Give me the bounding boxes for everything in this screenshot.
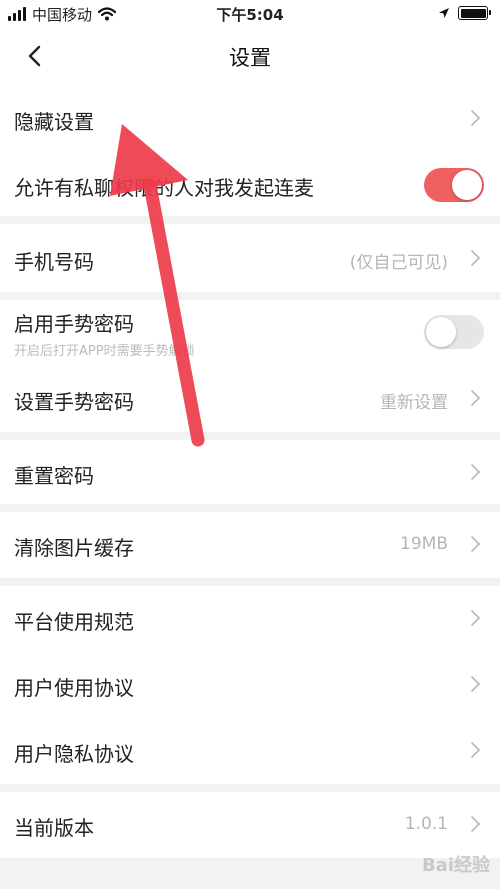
chevron-right-icon	[471, 610, 481, 626]
settings-row-version[interactable]: 当前版本 1.0.1	[0, 792, 500, 858]
nav-bar: 设置	[0, 28, 500, 84]
battery-icon	[458, 6, 491, 20]
status-time: 下午5:04	[216, 6, 284, 24]
chevron-right-icon	[471, 390, 481, 406]
watermark-text: Bai经验	[421, 855, 490, 876]
row-label: 隐藏设置	[14, 110, 94, 134]
settings-row-platform-rules[interactable]: 平台使用规范	[0, 586, 500, 652]
location-icon	[439, 8, 449, 18]
phone-value: (仅自己可见)	[349, 253, 448, 273]
status-bar: 中国移动 下午5:04	[0, 0, 500, 28]
chevron-right-icon	[471, 816, 481, 832]
chevron-right-icon	[471, 676, 481, 692]
settings-row-gesture-set[interactable]: 设置手势密码 重新设置	[0, 366, 500, 432]
chevron-right-icon	[471, 250, 481, 266]
settings-row-phone[interactable]: 手机号码 (仅自己可见)	[0, 224, 500, 292]
row-label: 启用手势密码	[14, 312, 134, 336]
settings-row-reset-password[interactable]: 重置密码	[0, 440, 500, 504]
row-label: 当前版本	[14, 816, 94, 840]
chevron-right-icon	[471, 464, 481, 480]
row-label: 用户使用协议	[14, 676, 134, 700]
settings-row-allow-mic: 允许有私聊权限的人对我发起连麦	[0, 152, 500, 216]
row-label: 重置密码	[14, 464, 94, 488]
settings-row-hidden[interactable]: 隐藏设置	[0, 84, 500, 152]
row-label: 允许有私聊权限的人对我发起连麦	[14, 176, 314, 200]
chevron-right-icon	[471, 742, 481, 758]
status-right	[438, 6, 491, 20]
gesture-set-value: 重新设置	[380, 393, 448, 413]
row-label: 设置手势密码	[14, 390, 134, 414]
settings-row-clear-cache[interactable]: 清除图片缓存 19MB	[0, 512, 500, 578]
cache-size-value: 19MB	[400, 534, 448, 554]
gesture-toggle[interactable]	[424, 315, 484, 349]
version-value: 1.0.1	[404, 814, 448, 834]
row-label: 平台使用规范	[14, 610, 134, 634]
settings-row-privacy-agreement[interactable]: 用户隐私协议	[0, 718, 500, 784]
settings-row-user-agreement[interactable]: 用户使用协议	[0, 652, 500, 718]
settings-row-gesture-enable: 启用手势密码 开启后打开APP时需要手势解锁	[0, 300, 500, 366]
allow-mic-toggle[interactable]	[424, 168, 484, 202]
chevron-right-icon	[471, 110, 481, 126]
chevron-right-icon	[471, 536, 481, 552]
row-label: 用户隐私协议	[14, 742, 134, 766]
page-title: 设置	[229, 46, 271, 70]
row-label: 清除图片缓存	[14, 536, 134, 560]
row-sublabel: 开启后打开APP时需要手势解锁	[14, 344, 195, 359]
row-label: 手机号码	[14, 250, 94, 274]
